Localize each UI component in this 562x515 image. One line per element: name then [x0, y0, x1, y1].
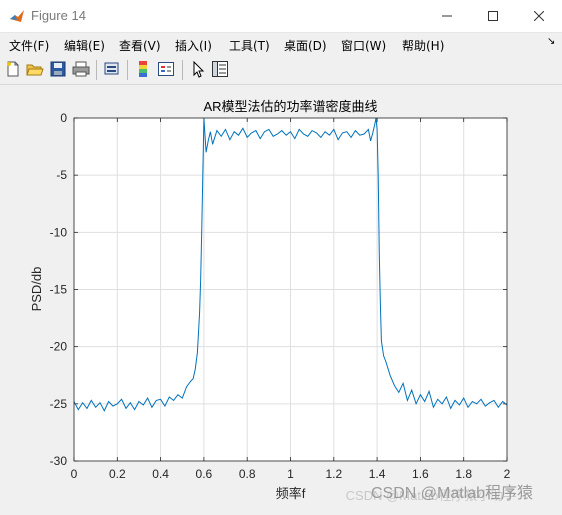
open-file-icon[interactable] — [26, 60, 44, 78]
x-tick-label: 0.8 — [239, 467, 256, 481]
legend-icon[interactable] — [157, 60, 175, 78]
menu-overflow-icon[interactable]: ↘ — [547, 36, 555, 47]
minimize-button[interactable] — [424, 0, 470, 32]
minimize-icon — [442, 15, 452, 17]
watermark: CSDN @Matlab程序猿 — [371, 484, 533, 502]
menu-tools[interactable]: 工具(T) — [229, 37, 270, 54]
x-tick-label: 0.2 — [109, 467, 126, 481]
toolbar-separator — [182, 60, 183, 80]
toolbar-separator — [96, 60, 97, 80]
y-tick-label: -10 — [50, 225, 68, 239]
x-tick-label: 1.6 — [412, 467, 429, 481]
save-icon[interactable] — [49, 60, 67, 78]
maximize-button[interactable] — [470, 0, 516, 32]
toolbar-separator — [127, 60, 128, 80]
title-bar: Figure 14 — [0, 0, 562, 33]
x-tick-label: 0.4 — [152, 467, 169, 481]
link-plot-icon[interactable] — [103, 60, 121, 78]
property-inspector-icon[interactable] — [211, 60, 229, 78]
x-tick-label: 1.4 — [369, 467, 386, 481]
pointer-icon[interactable] — [189, 60, 207, 78]
x-tick-label: 0 — [71, 467, 78, 481]
y-tick-label: 0 — [60, 111, 67, 125]
x-axis-label: 频率f — [276, 486, 306, 501]
close-button[interactable] — [516, 0, 562, 32]
close-icon — [534, 11, 544, 21]
chart-title: AR模型法估的功率谱密度曲线 — [203, 99, 377, 114]
y-axis-label: PSD/db — [29, 267, 44, 312]
menu-view[interactable]: 查看(V) — [119, 37, 161, 54]
y-tick-label: -5 — [56, 168, 67, 182]
figure-canvas: 0 0.2 0.4 0.6 0.8 1 1.2 1.4 1.6 1.8 2 0 -5 -10 -15 -20 -… — [0, 86, 562, 511]
y-tick-label: -25 — [50, 397, 68, 411]
menu-desktop[interactable]: 桌面(D) — [284, 37, 327, 54]
y-tick-label: -20 — [50, 340, 68, 354]
x-tick-label: 2 — [504, 467, 511, 481]
y-tick-label: -15 — [50, 283, 68, 297]
x-tick-label: 1.8 — [455, 467, 472, 481]
colorbar-icon[interactable] — [134, 60, 152, 78]
matlab-icon — [10, 10, 24, 22]
print-icon[interactable] — [72, 60, 90, 78]
new-figure-icon[interactable] — [4, 60, 22, 78]
menu-edit[interactable]: 编辑(E) — [64, 37, 105, 54]
maximize-icon — [488, 11, 498, 21]
menu-help[interactable]: 帮助(H) — [402, 37, 444, 54]
x-tick-label: 1 — [287, 467, 294, 481]
toolbar — [0, 56, 562, 85]
window-title: Figure 14 — [31, 8, 86, 23]
psd-plot[interactable]: 0 0.2 0.4 0.6 0.8 1 1.2 1.4 1.6 1.8 2 0 -5 -10 -15 -20 -… — [0, 86, 562, 511]
x-tick-label: 1.2 — [325, 467, 342, 481]
menu-file[interactable]: 文件(F) — [9, 37, 49, 54]
menu-bar: 文件(F) 编辑(E) 查看(V) 插入(I) 工具(T) 桌面(D) 窗口(W… — [0, 33, 562, 55]
menu-insert[interactable]: 插入(I) — [175, 37, 212, 54]
menu-window[interactable]: 窗口(W) — [341, 37, 386, 54]
x-tick-label: 0.6 — [196, 467, 213, 481]
y-tick-label: -30 — [50, 454, 68, 468]
